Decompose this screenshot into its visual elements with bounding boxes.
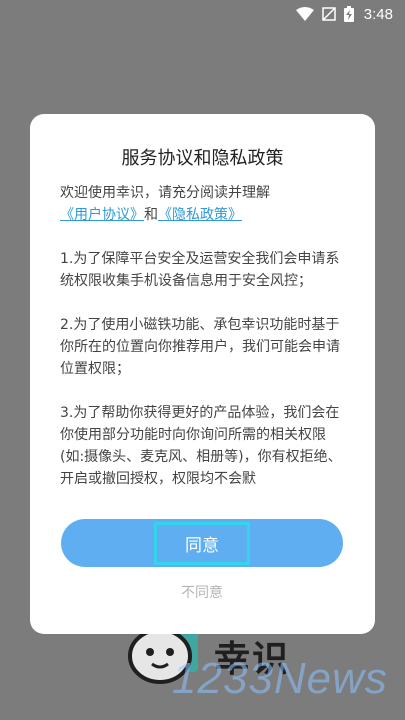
intro-paragraph: 欢迎使用幸识，请充分阅读并理解《用户协议》和《隐私政策》 — [60, 182, 350, 226]
intro-text: 欢迎使用幸识，请充分阅读并理解 — [60, 185, 270, 201]
privacy-dialog: 服务协议和隐私政策 欢迎使用幸识，请充分阅读并理解《用户协议》和《隐私政策》 1… — [30, 114, 375, 634]
status-icons: 3:48 — [295, 4, 393, 24]
dialog-title: 服务协议和隐私政策 — [121, 148, 284, 169]
wifi-icon — [295, 7, 314, 21]
status-bar: 3:48 — [0, 0, 405, 28]
scroll-fade — [30, 486, 375, 502]
signal-off-icon — [322, 7, 336, 21]
policy-paragraph-1: 1.为了保障平台安全及运营安全我们会申请系统权限收集手机设备信息用于安全风控； — [60, 251, 340, 289]
battery-charging-icon — [343, 6, 354, 22]
agree-button[interactable]: 同意 — [61, 519, 343, 567]
policy-paragraph-3: 3.为了帮助你获得更好的产品体验，我们会在你使用部分功能时向你询问所需的相关权限… — [60, 405, 342, 487]
and-text: 和 — [144, 207, 158, 223]
privacy-policy-link[interactable]: 《隐私政策》 — [158, 207, 242, 223]
policy-paragraph-2: 2.为了使用小磁铁功能、承包幸识功能时基于你所在的位置向你推荐用户，我们可能会申… — [60, 317, 340, 377]
status-time: 3:48 — [363, 5, 393, 23]
dialog-body: 欢迎使用幸识，请充分阅读并理解《用户协议》和《隐私政策》 1.为了保障平台安全及… — [60, 182, 350, 494]
user-agreement-link[interactable]: 《用户协议》 — [60, 207, 144, 223]
watermark-text: 1233News — [172, 654, 388, 703]
agree-label: 同意 — [154, 521, 250, 565]
disagree-button[interactable]: 不同意 — [152, 582, 252, 606]
